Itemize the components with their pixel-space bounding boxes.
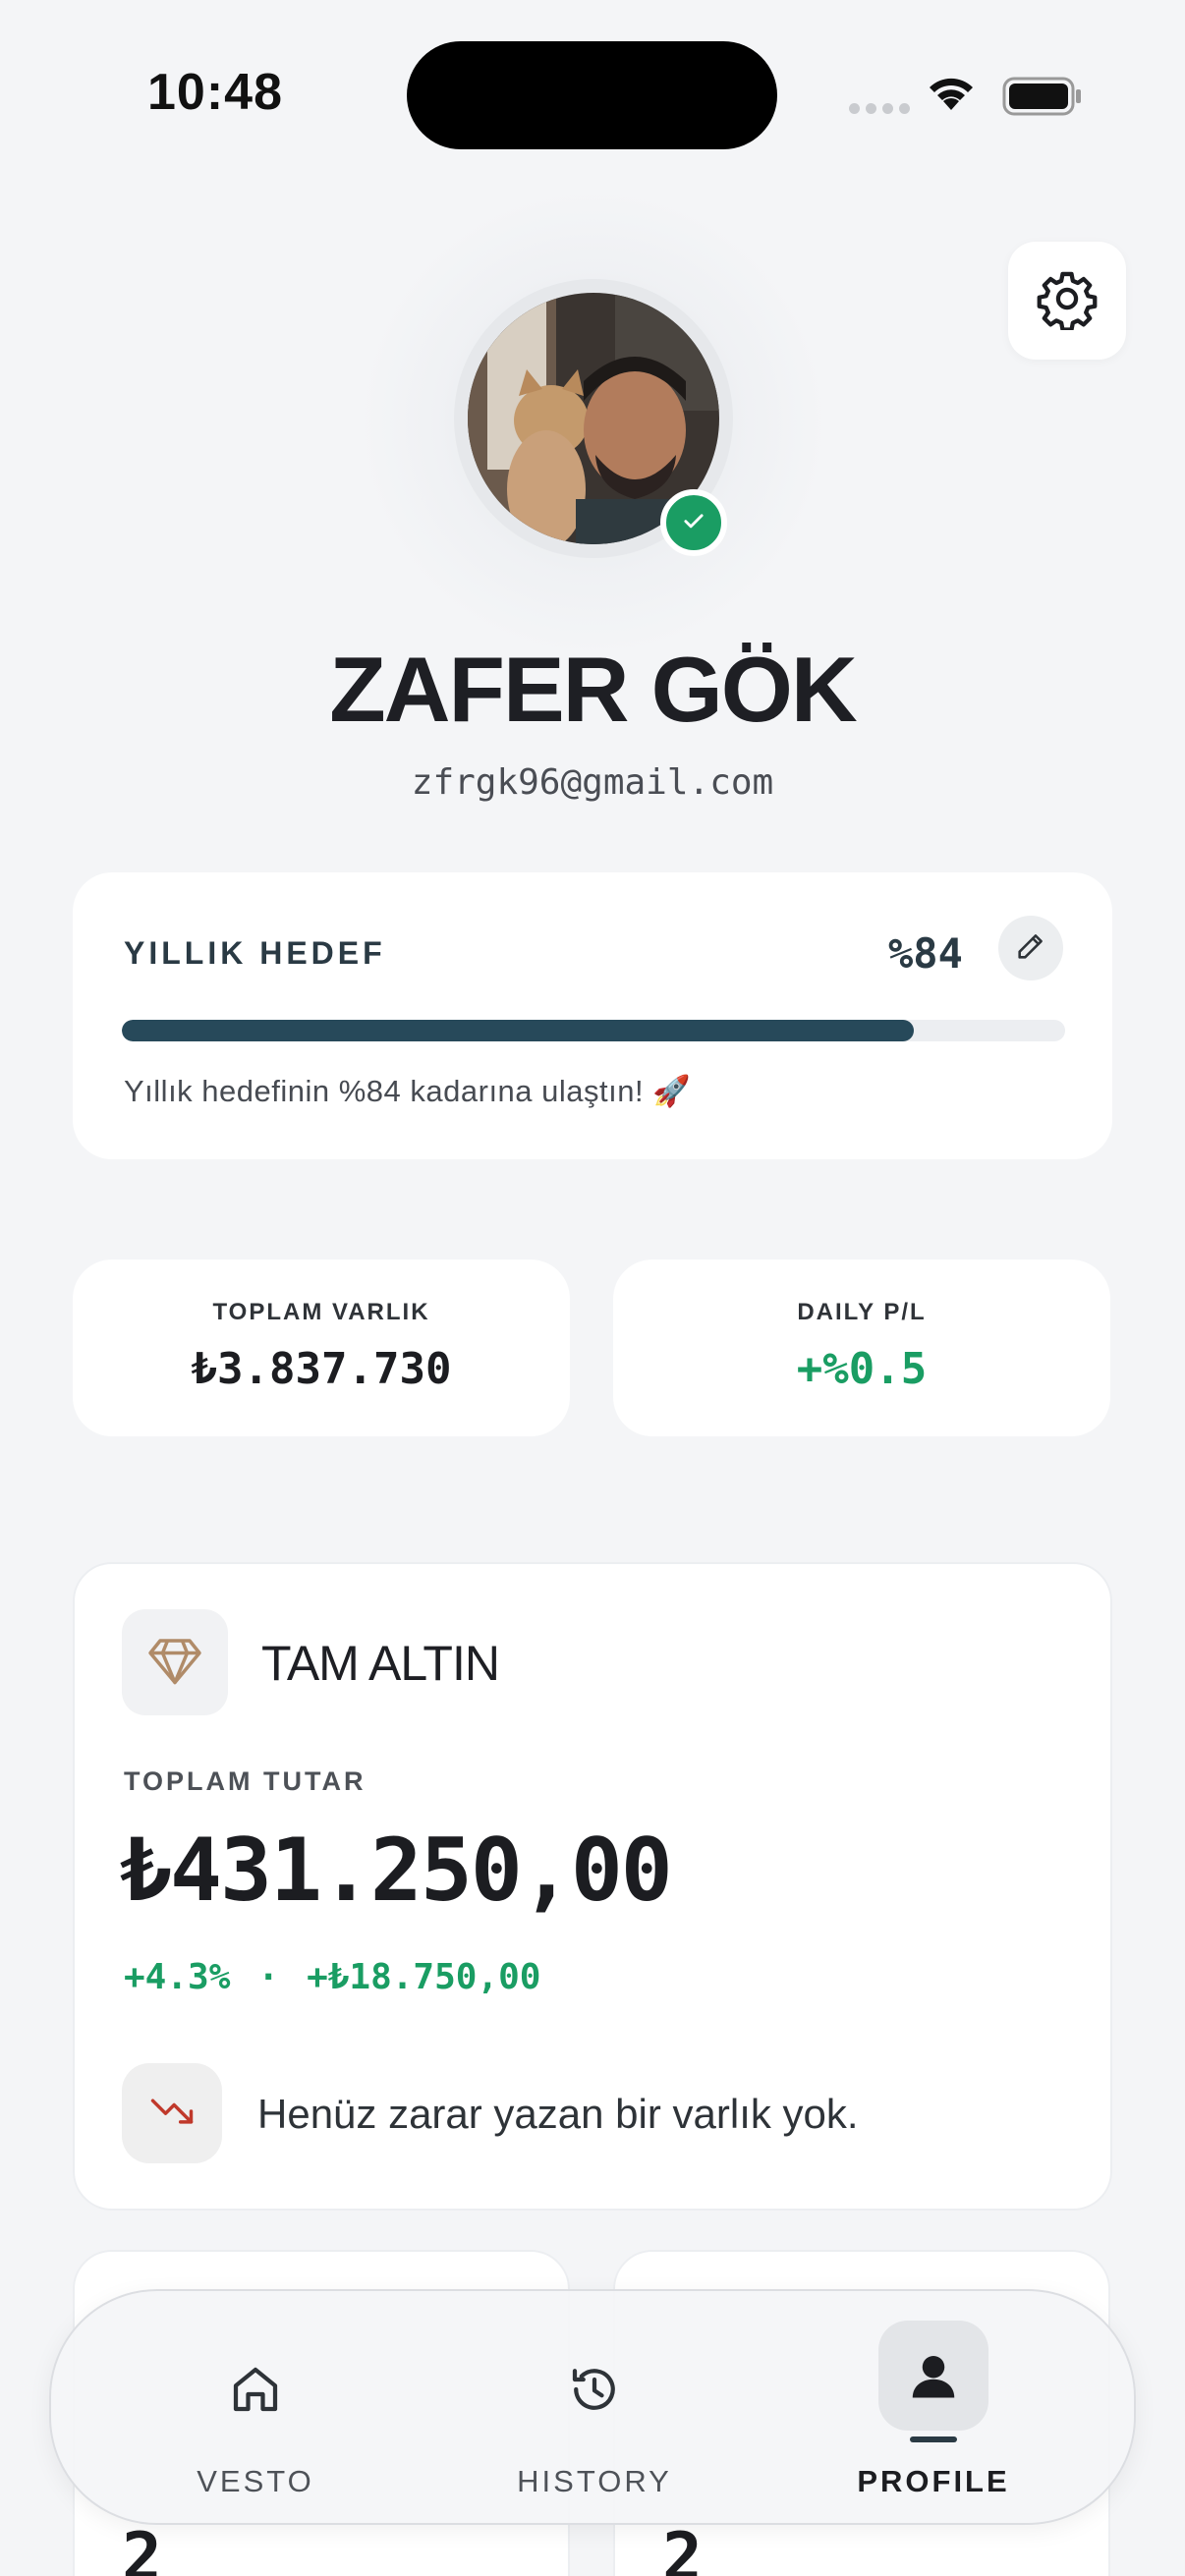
yearly-goal-card: YILLIK HEDEF %84 Yıllık hedefinin %84 ka… — [73, 872, 1112, 1159]
cellular-signal-icon — [849, 103, 910, 114]
tab-label: HISTORY — [517, 2464, 672, 2498]
asset-name: TAM ALTIN — [261, 1636, 500, 1691]
tab-label: VESTO — [197, 2464, 314, 2498]
asset-card[interactable]: TAM ALTIN TOPLAM TUTAR ₺431.250,00 +4.3%… — [73, 1562, 1112, 2211]
tab-history[interactable]: HISTORY — [447, 2291, 742, 2523]
gear-icon — [1036, 267, 1099, 335]
dynamic-island — [407, 41, 777, 149]
goal-title: YILLIK HEDEF — [124, 935, 386, 971]
profile-icon — [878, 2321, 988, 2431]
no-loss-message: Henüz zarar yazan bir varlık yok. — [257, 2091, 859, 2137]
summary-card-value: 2 — [122, 2519, 162, 2576]
active-tab-indicator — [910, 2436, 957, 2442]
asset-total-value: ₺431.250,00 — [120, 1820, 673, 1921]
diamond-icon — [145, 1631, 204, 1695]
trending-down-icon — [146, 2086, 198, 2142]
history-icon — [539, 2334, 649, 2444]
daily-pl-card[interactable]: DAILY P/L +%0.5 — [613, 1260, 1110, 1436]
battery-icon — [1002, 77, 1083, 121]
status-time: 10:48 — [147, 64, 283, 121]
asset-change-percent: +4.3% — [124, 1957, 231, 1997]
goal-percent: %84 — [888, 929, 963, 978]
goal-progress-fill — [122, 1020, 915, 1041]
goal-message: Yıllık hedefinin %84 kadarına ulaştın! 🚀 — [124, 1074, 692, 1108]
profile-name: ZAFER GÖK — [329, 638, 858, 741]
asset-total-label: TOPLAM TUTAR — [124, 1766, 367, 1796]
loss-icon-box — [122, 2063, 222, 2163]
tab-profile[interactable]: PROFILE — [786, 2291, 1081, 2523]
daily-pl-label: DAILY P/L — [797, 1299, 927, 1325]
total-assets-label: TOPLAM VARLIK — [212, 1299, 430, 1325]
profile-email: zfrgk96@gmail.com — [411, 762, 774, 803]
settings-button[interactable] — [1008, 242, 1126, 360]
verified-badge — [660, 489, 727, 556]
total-assets-value: ₺3.837.730 — [191, 1344, 452, 1394]
tab-vesto[interactable]: VESTO — [108, 2291, 403, 2523]
tab-bar: VESTO HISTORY PROFILE — [49, 2289, 1136, 2525]
edit-goal-button[interactable] — [998, 916, 1063, 980]
tab-label: PROFILE — [857, 2464, 1010, 2498]
asset-change-amount: +₺18.750,00 — [307, 1957, 541, 1997]
asset-change-separator: · — [257, 1957, 280, 1997]
summary-card-value: 2 — [662, 2519, 703, 2576]
goal-progress-bar — [122, 1020, 1065, 1041]
asset-change-row: +4.3% · +₺18.750,00 — [124, 1957, 540, 1997]
home-icon — [200, 2334, 310, 2444]
daily-pl-value: +%0.5 — [796, 1344, 928, 1394]
total-assets-card[interactable]: TOPLAM VARLIK ₺3.837.730 — [73, 1260, 570, 1436]
asset-icon-box — [122, 1609, 228, 1715]
check-icon — [680, 507, 707, 539]
pencil-icon — [1014, 929, 1047, 968]
wifi-icon — [924, 71, 979, 119]
